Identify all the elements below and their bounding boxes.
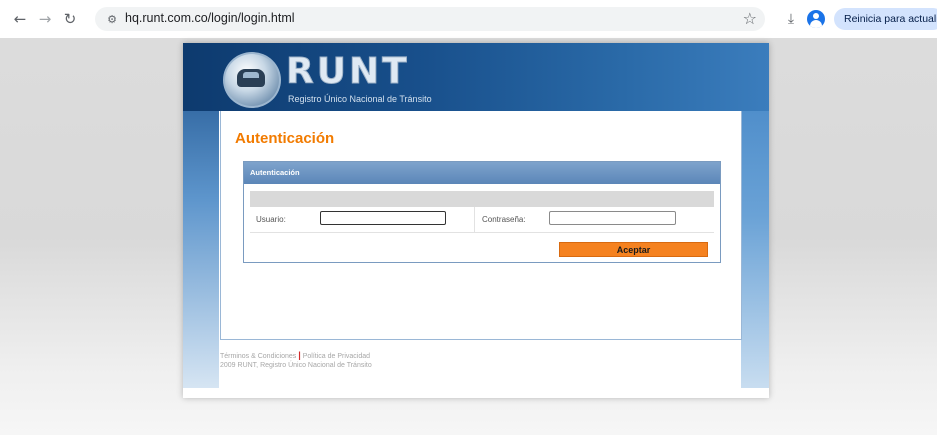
profile-icon[interactable] bbox=[807, 10, 825, 28]
update-button[interactable]: Reinicia para actualizar bbox=[834, 8, 937, 30]
login-frame: RUNT Registro Único Nacional de Tránsito… bbox=[183, 43, 769, 398]
footer: Términos & Condiciones | Política de Pri… bbox=[220, 351, 372, 370]
runt-logo-icon bbox=[223, 52, 281, 108]
page-viewport: RUNT Registro Único Nacional de Tránsito… bbox=[0, 38, 937, 435]
forward-icon[interactable]: → bbox=[35, 9, 55, 29]
terms-link[interactable]: Términos & Condiciones bbox=[220, 353, 296, 360]
reload-icon[interactable]: ↻ bbox=[60, 9, 80, 29]
auth-panel: Autenticación Usuario: Contraseña: Acept… bbox=[243, 161, 721, 263]
auth-panel-bar bbox=[250, 191, 714, 207]
brand-name: RUNT bbox=[286, 51, 410, 93]
site-settings-icon[interactable]: ⚙ bbox=[104, 11, 120, 27]
user-label: Usuario: bbox=[256, 215, 286, 224]
url-text[interactable]: hq.runt.com.co/login/login.html bbox=[125, 11, 295, 25]
star-icon[interactable]: ☆ bbox=[743, 9, 757, 28]
back-icon[interactable]: ← bbox=[10, 9, 30, 29]
car-icon bbox=[237, 69, 265, 87]
auth-panel-header: Autenticación bbox=[244, 162, 720, 184]
brand-subtitle: Registro Único Nacional de Tránsito bbox=[288, 94, 432, 104]
privacy-link[interactable]: Política de Privacidad bbox=[303, 353, 370, 360]
browser-toolbar: ← → ↻ ⚙ hq.runt.com.co/login/login.html … bbox=[0, 0, 937, 39]
credentials-row: Usuario: Contraseña: bbox=[250, 207, 714, 233]
password-input[interactable] bbox=[549, 211, 676, 225]
address-bar[interactable]: ⚙ hq.runt.com.co/login/login.html ☆ bbox=[95, 7, 765, 31]
accept-button[interactable]: Aceptar bbox=[559, 242, 708, 257]
user-input[interactable] bbox=[320, 211, 446, 225]
header-banner: RUNT Registro Único Nacional de Tránsito bbox=[183, 43, 769, 111]
cell-divider bbox=[474, 207, 475, 232]
content-area: Autenticación Autenticación Usuario: Con… bbox=[220, 111, 742, 340]
download-icon[interactable]: ⤓ bbox=[782, 9, 800, 29]
password-label: Contraseña: bbox=[482, 215, 526, 224]
page-title: Autenticación bbox=[235, 130, 335, 147]
footer-separator: | bbox=[298, 350, 301, 360]
copyright-text: 2009 RUNT, Registro Único Nacional de Tr… bbox=[220, 362, 372, 369]
